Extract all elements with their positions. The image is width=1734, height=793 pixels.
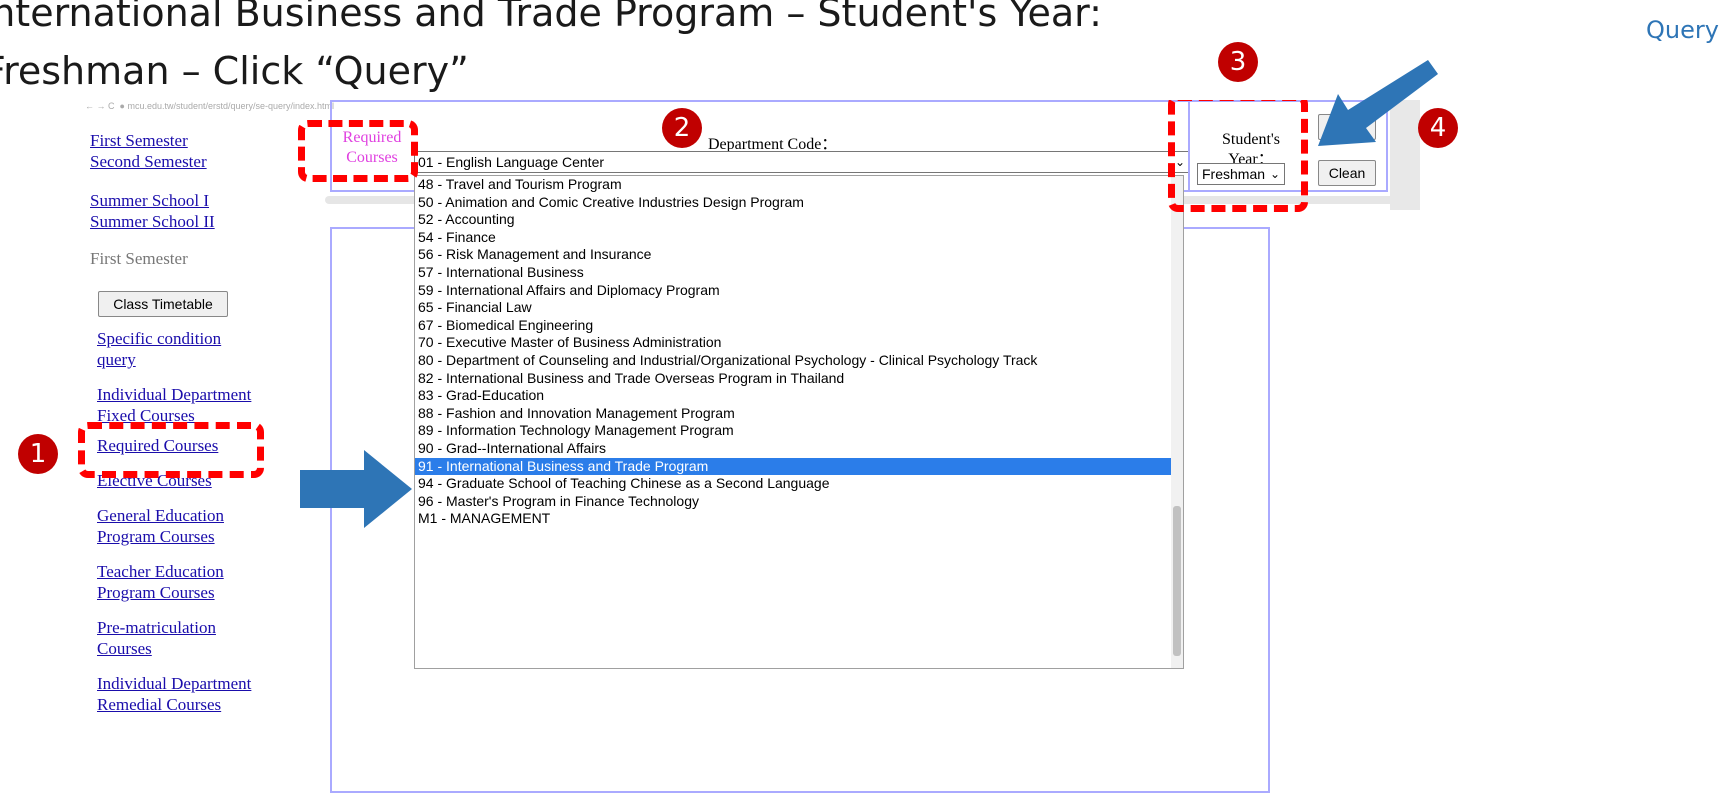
dropdown-option[interactable]: 54 - Finance bbox=[415, 229, 1183, 247]
dropdown-option[interactable]: 48 - Travel and Tourism Program bbox=[415, 176, 1183, 194]
dropdown-option[interactable]: 57 - International Business bbox=[415, 264, 1183, 282]
dropdown-option[interactable]: 82 - International Business and Trade Ov… bbox=[415, 370, 1183, 388]
class-timetable-button[interactable]: Class Timetable bbox=[98, 291, 228, 317]
dropdown-option[interactable]: 88 - Fashion and Innovation Management P… bbox=[415, 405, 1183, 423]
sidebar-item-general-education-l2[interactable]: Program Courses bbox=[97, 526, 317, 547]
sidebar-item-general-education-l1[interactable]: General Education bbox=[97, 505, 317, 526]
dropdown-scroll-thumb[interactable] bbox=[1173, 506, 1181, 656]
browser-screenshot: ← → C ● mcu.edu.tw/student/erstd/query/s… bbox=[0, 100, 1420, 793]
dropdown-option[interactable]: 65 - Financial Law bbox=[415, 299, 1183, 317]
dropdown-option[interactable]: 90 - Grad--International Affairs bbox=[415, 440, 1183, 458]
sidebar-link-summer-1[interactable]: Summer School I bbox=[90, 190, 310, 211]
sidebar-item-specific-query-l2[interactable]: query bbox=[97, 349, 317, 370]
dropdown-option[interactable]: 67 - Biomedical Engineering bbox=[415, 317, 1183, 335]
dropdown-option[interactable]: M1 - MANAGEMENT bbox=[415, 510, 1183, 528]
dropdown-option[interactable]: 59 - International Affairs and Diplomacy… bbox=[415, 282, 1183, 300]
highlight-required-courses bbox=[78, 422, 264, 478]
slide-title-line2: Freshman – Click “Query” bbox=[0, 49, 469, 93]
sidebar-item-remedial-l1[interactable]: Individual Department bbox=[97, 673, 317, 694]
clean-button[interactable]: Clean bbox=[1318, 160, 1376, 186]
department-dropdown-list[interactable]: 48 - Travel and Tourism Program 50 - Anim… bbox=[414, 175, 1184, 669]
dropdown-option[interactable]: 56 - Risk Management and Insurance bbox=[415, 246, 1183, 264]
department-select-value: 01 - English Language Center bbox=[418, 154, 605, 170]
sidebar-link-first-semester[interactable]: First Semester bbox=[90, 130, 310, 151]
dropdown-option-selected[interactable]: 91 - International Business and Trade Pr… bbox=[415, 457, 1183, 476]
sidebar-link-second-semester[interactable]: Second Semester bbox=[90, 151, 310, 172]
highlight-mode-label bbox=[298, 120, 418, 182]
dropdown-option[interactable]: 96 - Master's Program in Finance Technol… bbox=[415, 493, 1183, 511]
arrow-right-icon bbox=[300, 450, 412, 528]
dropdown-option[interactable]: 52 - Accounting bbox=[415, 211, 1183, 229]
sidebar-item-teacher-education-l2[interactable]: Program Courses bbox=[97, 582, 317, 603]
sidebar-item-prematriculation-l1[interactable]: Pre-matriculation bbox=[97, 617, 317, 638]
sidebar: First Semester Second Semester Summer Sc… bbox=[90, 130, 310, 269]
step-badge-1: 1 bbox=[18, 434, 58, 474]
slide-title-line1: International Business and Trade Program… bbox=[0, 0, 1102, 35]
sidebar-item-prematriculation-l2[interactable]: Courses bbox=[97, 638, 317, 659]
sidebar-items: Specific condition query Individual Depa… bbox=[97, 328, 317, 715]
dropdown-scrollbar[interactable] bbox=[1171, 176, 1183, 668]
query-annotation-label: Query bbox=[1646, 16, 1719, 44]
sidebar-item-teacher-education-l1[interactable]: Teacher Education bbox=[97, 561, 317, 582]
dropdown-option[interactable]: 80 - Department of Counseling and Indust… bbox=[415, 352, 1183, 370]
arrow-down-left-icon bbox=[1318, 60, 1438, 146]
step-badge-3: 3 bbox=[1218, 42, 1258, 82]
sidebar-item-fixed-courses-l1[interactable]: Individual Department bbox=[97, 384, 317, 405]
step-badge-2: 2 bbox=[662, 108, 702, 148]
dropdown-option[interactable]: 50 - Animation and Comic Creative Indust… bbox=[415, 194, 1183, 212]
dropdown-option[interactable]: 83 - Grad-Education bbox=[415, 387, 1183, 405]
department-select[interactable]: 01 - English Language Center ⌄ bbox=[414, 151, 1190, 173]
nav-arrows-icon: ← → C ● bbox=[85, 101, 128, 111]
dropdown-option[interactable]: 94 - Graduate School of Teaching Chinese… bbox=[415, 475, 1183, 493]
dropdown-option[interactable]: 70 - Executive Master of Business Admini… bbox=[415, 334, 1183, 352]
sidebar-item-remedial-l2[interactable]: Remedial Courses bbox=[97, 694, 317, 715]
dropdown-option[interactable]: 89 - Information Technology Management P… bbox=[415, 422, 1183, 440]
highlight-student-year bbox=[1168, 100, 1308, 212]
sidebar-link-summer-2[interactable]: Summer School II bbox=[90, 211, 310, 232]
sidebar-item-specific-query-l1[interactable]: Specific condition bbox=[97, 328, 317, 349]
sidebar-section-label: First Semester bbox=[90, 249, 188, 268]
